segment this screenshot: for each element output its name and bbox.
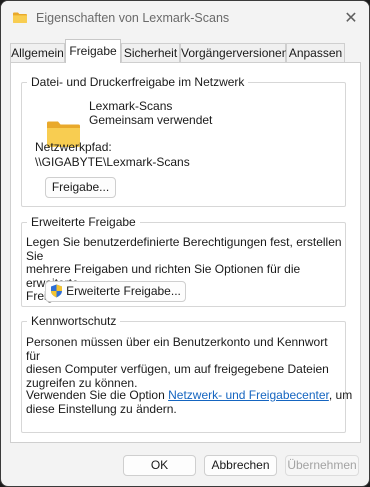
group-title: Erweiterte Freigabe: [27, 215, 140, 229]
tab-allgemein[interactable]: Allgemein: [10, 43, 65, 62]
description-line: Personen müssen über ein Benutzerkonto u…: [26, 335, 328, 363]
change-text-line2: diese Einstellung zu ändern.: [26, 401, 177, 416]
uac-shield-icon: [51, 284, 63, 298]
ok-button[interactable]: OK: [123, 455, 196, 476]
network-sharing-center-link[interactable]: Netzwerk- und Freigabecenter: [168, 388, 329, 402]
sharing-panel: Datei- und Druckerfreigabe im Netzwerk L…: [10, 62, 361, 443]
close-button[interactable]: ✕: [339, 7, 363, 31]
group-title: Datei- und Druckerfreigabe im Netzwerk: [27, 75, 249, 89]
tab-vorgaengerversionen[interactable]: Vorgängerversionen: [180, 43, 288, 62]
share-status: Gemeinsam verwendet: [89, 113, 213, 127]
group-title: Kennwortschutz: [27, 314, 121, 328]
network-path: \\GIGABYTE\Lexmark-Scans: [35, 155, 190, 169]
tab-freigabe[interactable]: Freigabe: [65, 39, 121, 63]
password-protection-description: Personen müssen über ein Benutzerkonto u…: [26, 335, 344, 390]
folder-name: Lexmark-Scans: [89, 99, 173, 113]
advanced-sharing-label: Erweiterte Freigabe...: [66, 284, 181, 298]
share-button[interactable]: Freigabe...: [45, 177, 116, 198]
tab-anpassen[interactable]: Anpassen: [286, 43, 345, 62]
properties-dialog: Eigenschaften von Lexmark-Scans ✕ Allgem…: [0, 0, 370, 487]
title-bar[interactable]: Eigenschaften von Lexmark-Scans ✕: [1, 1, 369, 37]
password-protection-change-text: Verwenden Sie die Option Netzwerk- und F…: [26, 388, 352, 416]
advanced-sharing-button[interactable]: Erweiterte Freigabe...: [45, 281, 186, 302]
tab-sicherheit[interactable]: Sicherheit: [121, 43, 180, 62]
folder-icon: [13, 12, 27, 23]
window-title: Eigenschaften von Lexmark-Scans: [36, 11, 230, 25]
apply-button[interactable]: Übernehmen: [285, 455, 359, 476]
password-protection-group: Kennwortschutz Personen müssen über ein …: [21, 314, 352, 433]
description-line: Legen Sie benutzerdefinierte Berechtigun…: [26, 235, 342, 263]
change-text-prefix: Verwenden Sie die Option: [26, 388, 169, 402]
change-text-suffix: , um: [328, 388, 353, 402]
close-icon: ✕: [344, 10, 358, 27]
description-line: diesen Computer verfügen, um auf freigeg…: [26, 362, 329, 376]
network-path-label: Netzwerkpfad:: [35, 140, 112, 154]
cancel-button[interactable]: Abbrechen: [204, 455, 277, 476]
network-sharing-group: Datei- und Druckerfreigabe im Netzwerk L…: [21, 75, 346, 207]
advanced-sharing-group: Erweiterte Freigabe Legen Sie benutzerde…: [21, 215, 346, 307]
